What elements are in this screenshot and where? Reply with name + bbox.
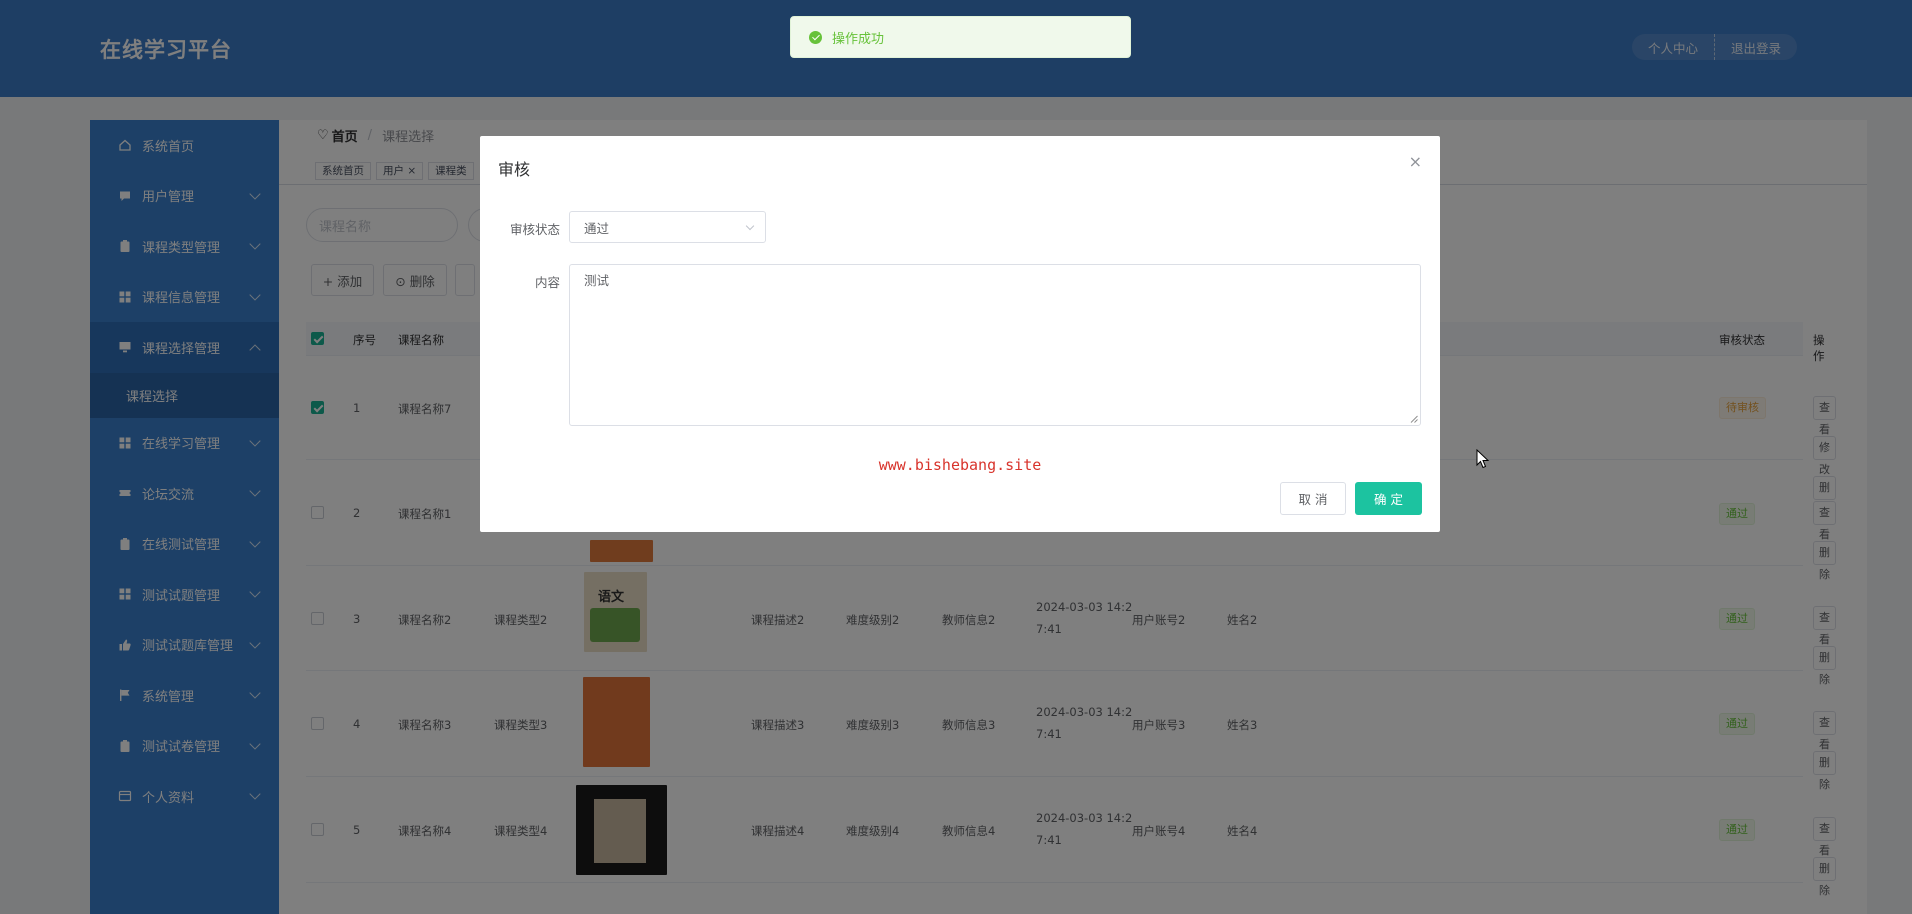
mouse-cursor-icon bbox=[1476, 449, 1490, 469]
chevron-down-icon bbox=[745, 221, 755, 231]
success-check-icon bbox=[809, 30, 822, 44]
close-icon[interactable]: × bbox=[1409, 152, 1422, 171]
content-textarea[interactable]: 测试 bbox=[569, 264, 1421, 426]
cancel-button[interactable]: 取 消 bbox=[1280, 482, 1346, 515]
content-label: 内容 bbox=[534, 275, 560, 290]
dialog-title: 审核 bbox=[498, 160, 531, 179]
resize-grip-icon[interactable] bbox=[1410, 415, 1418, 423]
watermark-text: www.bishebang.site bbox=[878, 456, 1042, 474]
audit-status-select[interactable]: 通过 bbox=[569, 211, 766, 243]
audit-status-value: 通过 bbox=[584, 220, 610, 236]
confirm-button[interactable]: 确 定 bbox=[1355, 482, 1422, 515]
audit-status-label: 审核状态 bbox=[509, 222, 560, 237]
audit-dialog: 审核 × 审核状态 通过 内容 测试 www.bishebang.site 取 … bbox=[480, 136, 1440, 532]
toast-message: 操作成功 bbox=[832, 31, 885, 47]
success-toast: 操作成功 bbox=[790, 16, 1131, 58]
